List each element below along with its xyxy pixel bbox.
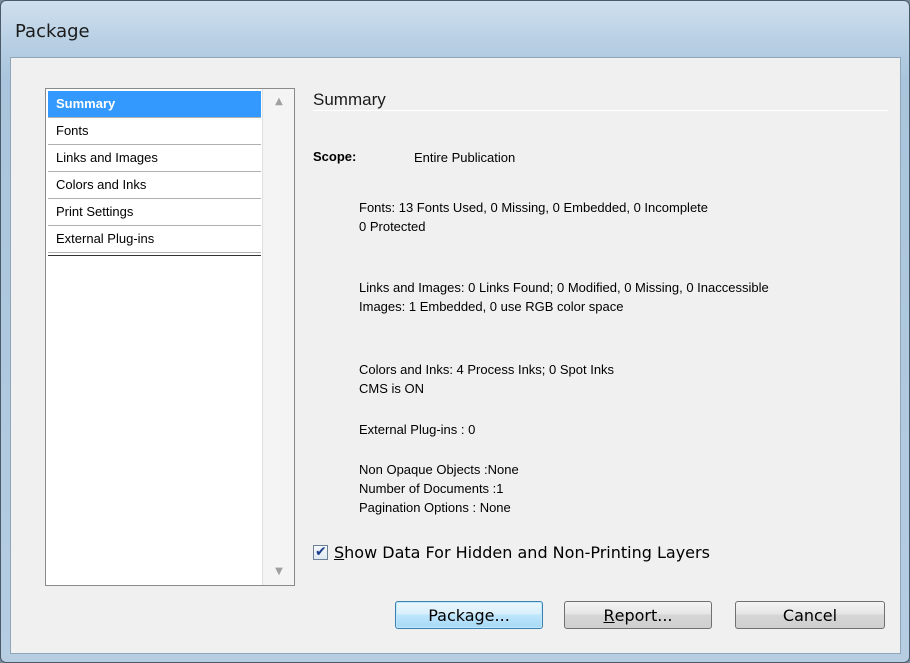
- sidebar-item-colors-and-inks[interactable]: Colors and Inks: [48, 172, 261, 199]
- window-title: Package: [15, 21, 90, 42]
- documents-count-line: Number of Documents :1: [359, 481, 504, 496]
- category-list-items: Summary Fonts Links and Images Colors an…: [48, 91, 261, 253]
- links-summary: Links and Images: 0 Links Found; 0 Modif…: [359, 278, 769, 316]
- fonts-protected-line: 0 Protected: [359, 219, 426, 234]
- report-button[interactable]: Report...: [564, 601, 712, 629]
- fonts-summary-line: Fonts: 13 Fonts Used, 0 Missing, 0 Embed…: [359, 200, 709, 215]
- pagination-line: Pagination Options : None: [359, 500, 511, 515]
- scroll-down-icon[interactable]: ▼: [273, 567, 285, 577]
- package-button[interactable]: Package...: [395, 601, 543, 629]
- package-dialog: Package Summary Fonts Links and Images C…: [0, 0, 910, 663]
- category-list: Summary Fonts Links and Images Colors an…: [45, 88, 295, 586]
- section-heading: Summary: [313, 90, 386, 109]
- report-label-text: eport...: [614, 605, 673, 625]
- list-empty-area: [48, 255, 261, 583]
- colors-summary: Colors and Inks: 4 Process Inks; 0 Spot …: [359, 360, 614, 398]
- colors-summary-line: Colors and Inks: 4 Process Inks; 0 Spot …: [359, 362, 615, 377]
- fonts-summary: Fonts: 13 Fonts Used, 0 Missing, 0 Embed…: [359, 198, 708, 236]
- show-hidden-mnemonic: S: [334, 542, 345, 562]
- sidebar-item-links-and-images[interactable]: Links and Images: [48, 145, 261, 172]
- show-hidden-layers-label[interactable]: Show Data For Hidden and Non-Printing La…: [334, 543, 710, 562]
- heading-divider: [313, 110, 888, 111]
- title-bar[interactable]: Package: [1, 1, 909, 57]
- list-scrollbar[interactable]: ▲ ▼: [262, 89, 294, 585]
- show-hidden-label-text: how Data For Hidden and Non-Printing Lay…: [344, 542, 710, 562]
- sidebar-item-external-plug-ins[interactable]: External Plug-ins: [48, 226, 261, 253]
- dialog-body: Summary Fonts Links and Images Colors an…: [10, 57, 901, 654]
- document-summary: Non Opaque Objects :None Number of Docum…: [359, 460, 519, 517]
- report-mnemonic: R: [603, 605, 615, 625]
- plugins-summary: External Plug-ins : 0: [359, 422, 476, 437]
- sidebar-item-fonts[interactable]: Fonts: [48, 118, 261, 145]
- scope-value: Entire Publication: [414, 150, 516, 165]
- show-hidden-layers-checkbox[interactable]: ✔: [313, 543, 328, 560]
- show-hidden-layers-option[interactable]: ✔ Show Data For Hidden and Non-Printing …: [313, 541, 710, 563]
- scroll-up-icon[interactable]: ▲: [273, 97, 285, 107]
- non-opaque-line: Non Opaque Objects :None: [359, 462, 519, 477]
- checkmark-icon: ✔: [315, 543, 327, 560]
- sidebar-item-summary[interactable]: Summary: [48, 91, 261, 118]
- links-summary-line: Links and Images: 0 Links Found; 0 Modif…: [359, 280, 769, 295]
- cancel-button[interactable]: Cancel: [735, 601, 885, 629]
- cms-status-line: CMS is ON: [359, 381, 424, 396]
- sidebar-item-print-settings[interactable]: Print Settings: [48, 199, 261, 226]
- scope-label: Scope:: [313, 149, 357, 164]
- images-summary-line: Images: 1 Embedded, 0 use RGB color spac…: [359, 299, 624, 314]
